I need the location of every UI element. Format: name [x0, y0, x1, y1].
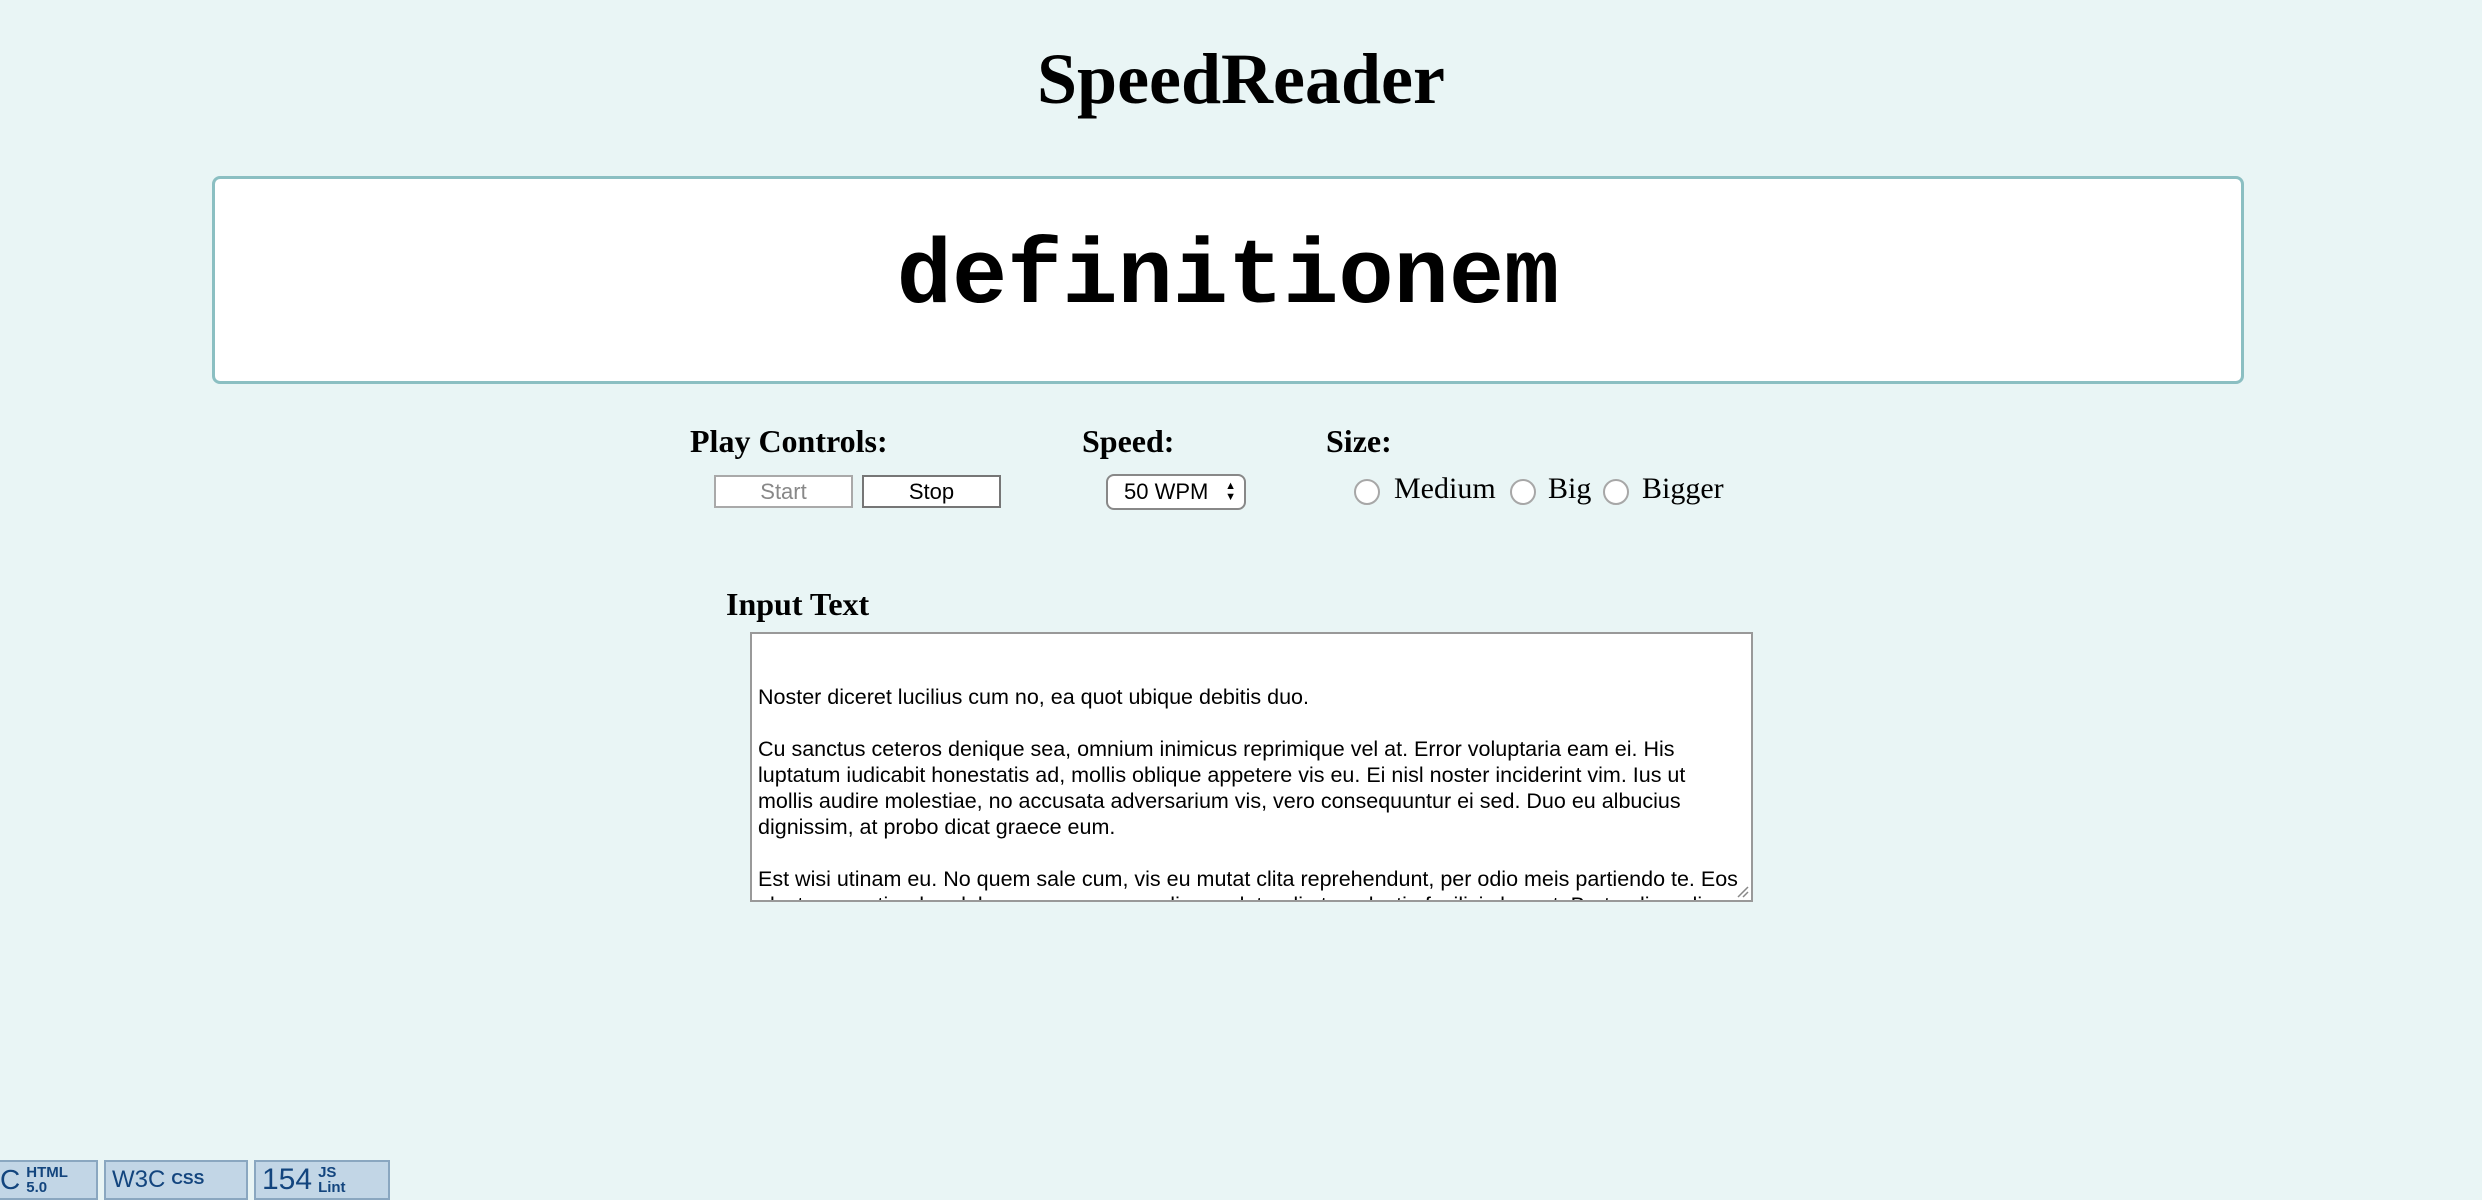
- current-word: definitionem: [896, 224, 1560, 330]
- size-label-big: Big: [1548, 472, 1592, 505]
- size-label: Size:: [1326, 423, 1392, 459]
- w3c-logo-icon: W3C: [112, 1166, 166, 1193]
- play-controls-label: Play Controls:: [690, 423, 888, 459]
- badge-text: HTML 5.0: [26, 1164, 68, 1196]
- speed-select[interactable]: 50 WPM ▲ ▼: [1106, 474, 1246, 510]
- stop-button[interactable]: Stop: [862, 475, 1001, 508]
- w3c-mark-icon: C: [0, 1164, 21, 1195]
- page-title: SpeedReader: [1037, 39, 1445, 119]
- word-display: definitionem: [212, 176, 2244, 384]
- size-radio-bigger[interactable]: [1603, 479, 1629, 505]
- jslint-count: 154: [262, 1163, 313, 1196]
- size-radio-big[interactable]: [1510, 479, 1536, 505]
- badge-text: JS Lint: [318, 1164, 346, 1196]
- size-label-bigger: Bigger: [1642, 472, 1724, 505]
- speed-label: Speed:: [1082, 423, 1175, 459]
- size-label-medium: Medium: [1394, 472, 1496, 505]
- input-textarea[interactable]: Noster diceret lucilius cum no, ea quot …: [750, 632, 1753, 902]
- select-arrows-icon: ▲ ▼: [1225, 480, 1236, 503]
- w3c-css-badge[interactable]: W3C CSS: [104, 1160, 248, 1200]
- size-radio-medium[interactable]: [1354, 479, 1380, 505]
- badge-text: CSS: [171, 1171, 205, 1188]
- input-text-content: Noster diceret lucilius cum no, ea quot …: [758, 685, 1738, 900]
- html5-validator-badge[interactable]: C HTML 5.0: [0, 1160, 98, 1200]
- start-button[interactable]: Start: [714, 475, 853, 508]
- resize-handle-icon[interactable]: [1735, 884, 1749, 898]
- input-text-label: Input Text: [726, 586, 870, 622]
- speed-select-value: 50 WPM: [1124, 479, 1209, 504]
- jslint-badge[interactable]: 154 JS Lint: [254, 1160, 390, 1200]
